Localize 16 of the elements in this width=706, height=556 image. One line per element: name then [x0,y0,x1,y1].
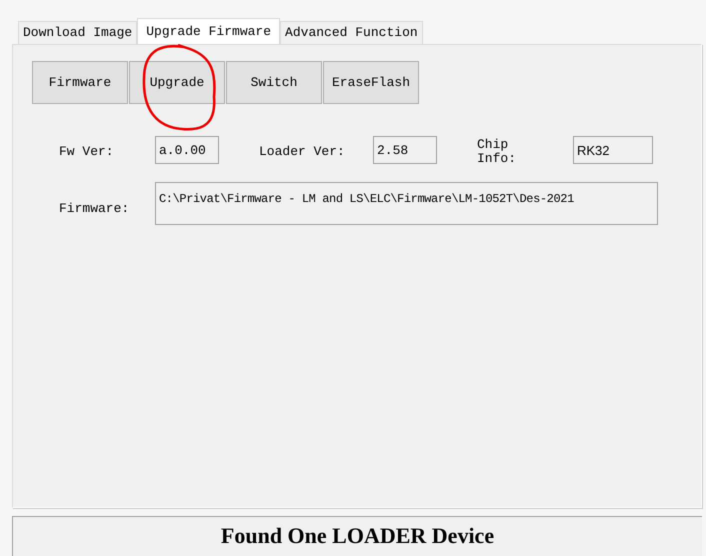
field-label: Loader Ver: [259,143,346,161]
toolbar-button[interactable]: EraseFlash [323,61,419,104]
toolbar-button[interactable]: Upgrade [129,61,225,104]
tab[interactable]: Upgrade Firmware [137,18,280,44]
tab[interactable]: Advanced Function [280,21,423,44]
toolbar-button[interactable]: Switch [226,61,322,104]
field-label: Chip Info: [477,138,518,166]
field-label: Firmware: [59,200,130,218]
field-label: Fw Ver: [59,143,115,161]
tab[interactable]: Download Image [18,21,138,44]
value-field[interactable]: 2.58 [373,136,437,164]
value-field[interactable]: RK32 [573,136,653,164]
value-field[interactable]: a.0.00 [155,136,219,164]
firmware-path-field[interactable]: C:\Privat\Firmware - LM and LS\ELC\Firmware\LM-1052T\Des-2021 [155,182,658,225]
status-bar: Found One LOADER Device [12,516,702,556]
toolbar-button[interactable]: Firmware [32,61,128,104]
